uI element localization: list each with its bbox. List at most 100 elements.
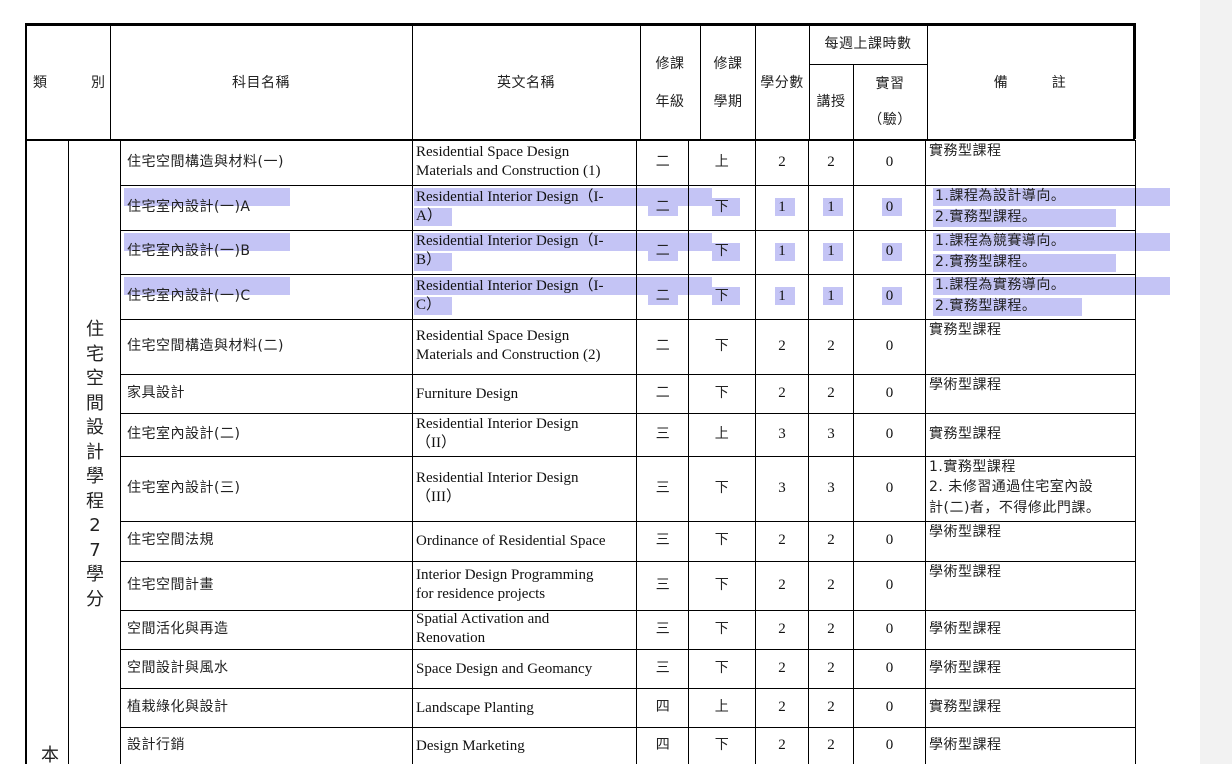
remarks-line1: 1.課程為競賽導向。 <box>935 233 1066 249</box>
english-name-line1: Residential Space Design <box>416 144 570 160</box>
english-name-line2: （III） <box>416 489 461 505</box>
course-name-cell: 植栽綠化與設計 <box>127 699 229 715</box>
grade-cell: 二 <box>655 385 671 401</box>
grade-cell: 二 <box>655 154 671 170</box>
grade-cell: 二 <box>655 243 671 259</box>
grid-line <box>1133 23 1136 139</box>
grid-line <box>120 374 1135 375</box>
remarks-cell: 實務型課程 <box>929 322 1002 338</box>
grid-line <box>925 140 926 764</box>
grade-cell: 二 <box>655 199 671 215</box>
semester-cell: 下 <box>714 480 730 496</box>
english-name-line2: B） <box>416 252 442 268</box>
lecture-hours-cell: 2 <box>827 621 835 637</box>
header-semester-line1: 修課 <box>713 56 743 72</box>
grid-line <box>120 140 121 764</box>
remarks-line1: 1.實務型課程 <box>929 459 1016 475</box>
lecture-hours-cell: 2 <box>827 154 835 170</box>
lecture-hours-cell: 2 <box>827 660 835 676</box>
remarks-cell: 學術型課程 <box>929 377 1002 393</box>
english-name-line2: for residence projects <box>416 586 546 602</box>
credits-cell: 2 <box>778 660 786 676</box>
semester-cell: 下 <box>714 737 730 753</box>
header-grade-line2: 年級 <box>655 94 685 110</box>
semester-cell: 下 <box>714 660 730 676</box>
practice-hours-cell: 0 <box>885 338 894 354</box>
credits-cell: 2 <box>778 154 786 170</box>
remarks-cell: 學術型課程 <box>929 524 1002 540</box>
semester-cell: 上 <box>714 154 730 170</box>
semester-cell: 上 <box>714 699 730 715</box>
header-semester-line2: 學期 <box>713 94 743 110</box>
lecture-hours-cell: 2 <box>827 737 835 753</box>
grid-line <box>68 140 69 764</box>
grid-line <box>120 274 1135 275</box>
english-name-cell: Landscape Planting <box>416 700 534 716</box>
grid-line <box>809 64 927 65</box>
grid-line <box>120 561 1135 562</box>
section-label: 本 <box>41 745 59 766</box>
english-name-line1: Interior Design Programming <box>416 567 594 583</box>
grade-cell: 三 <box>655 480 671 496</box>
english-name-line1: Residential Space Design <box>416 328 570 344</box>
grade-cell: 三 <box>655 621 671 637</box>
grid-line <box>120 688 1135 689</box>
credits-cell: 3 <box>778 480 786 496</box>
grid-line <box>120 413 1135 414</box>
practice-hours-cell: 0 <box>885 243 894 259</box>
practice-hours-cell: 0 <box>885 621 894 637</box>
semester-cell: 下 <box>714 199 730 215</box>
practice-hours-cell: 0 <box>885 288 894 304</box>
grade-cell: 二 <box>655 338 671 354</box>
grade-cell: 四 <box>655 699 671 715</box>
remarks-line3: 計(二)者，不得修此門課。 <box>929 500 1101 516</box>
grid-line <box>120 521 1135 522</box>
practice-hours-cell: 0 <box>885 660 894 676</box>
practice-hours-cell: 0 <box>885 577 894 593</box>
practice-hours-cell: 0 <box>885 532 894 548</box>
practice-hours-cell: 0 <box>885 480 894 496</box>
lecture-hours-cell: 2 <box>827 338 835 354</box>
grid-line <box>120 185 1135 186</box>
header-credits: 學分數 <box>760 75 804 91</box>
credits-cell: 1 <box>778 288 786 304</box>
english-name-line2: Materials and Construction (1) <box>416 163 601 179</box>
header-english-name: 英文名稱 <box>497 75 555 91</box>
lecture-hours-cell: 1 <box>827 288 835 304</box>
header-lecture: 講授 <box>816 94 846 110</box>
english-name-line2: Materials and Construction (2) <box>416 347 601 363</box>
grid-line <box>120 727 1135 728</box>
grade-cell: 三 <box>655 660 671 676</box>
practice-hours-cell: 0 <box>885 737 894 753</box>
english-name-line1: Spatial Activation and <box>416 611 550 627</box>
grade-cell: 三 <box>655 532 671 548</box>
grid-line <box>120 230 1135 231</box>
remarks-cell: 學術型課程 <box>929 621 1002 637</box>
credits-cell: 2 <box>778 532 786 548</box>
english-name-line2: （II） <box>416 435 456 451</box>
english-name-line1: Residential Interior Design <box>416 416 579 432</box>
remarks-line2: 2.實務型課程。 <box>935 209 1037 225</box>
document-page: 類 別 科目名稱 英文名稱 修課 年級 修課 學期 學分數 每週上課時數 講授 … <box>0 0 1200 766</box>
course-name-cell: 設計行銷 <box>127 737 185 753</box>
grid-line <box>120 649 1135 650</box>
remarks-cell: 學術型課程 <box>929 564 1002 580</box>
remarks-cell: 實務型課程 <box>929 143 1002 159</box>
semester-cell: 下 <box>714 338 730 354</box>
header-remarks: 備 註 <box>993 75 1067 91</box>
english-name-line2: C） <box>416 297 442 313</box>
english-name-cell: Design Marketing <box>416 738 525 754</box>
practice-hours-cell: 0 <box>885 199 894 215</box>
semester-cell: 下 <box>714 288 730 304</box>
english-name-line2: A） <box>416 208 442 224</box>
lecture-hours-cell: 3 <box>827 480 835 496</box>
course-name-cell: 住宅室內設計(一)B <box>127 243 251 259</box>
semester-cell: 下 <box>714 577 730 593</box>
semester-cell: 下 <box>714 621 730 637</box>
semester-cell: 下 <box>714 532 730 548</box>
header-grade-line1: 修課 <box>655 56 685 72</box>
credits-cell: 2 <box>778 577 786 593</box>
scrollbar-track[interactable] <box>1200 0 1232 764</box>
credits-cell: 2 <box>778 338 786 354</box>
grade-cell: 三 <box>655 426 671 442</box>
